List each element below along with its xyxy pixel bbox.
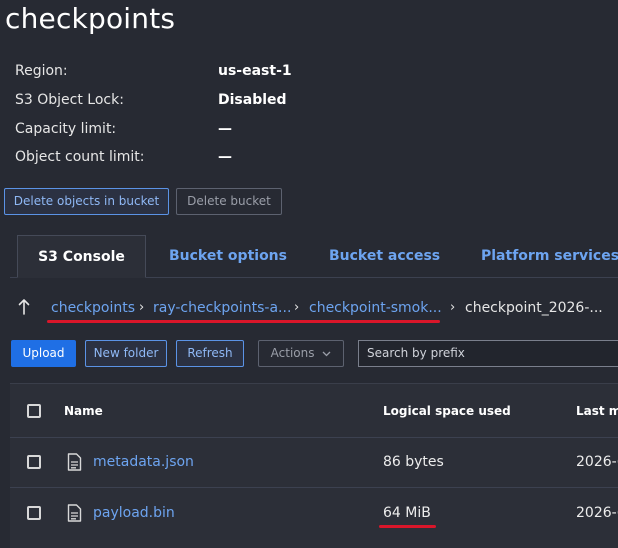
row-checkbox[interactable]: [27, 506, 41, 520]
upload-button[interactable]: Upload: [11, 340, 76, 367]
row-divider: [10, 437, 618, 438]
objects-table: Name Logical space used Last m metadata.…: [10, 383, 618, 548]
actions-label: Actions: [270, 346, 315, 360]
property-value: —: [218, 149, 232, 165]
s3-bucket-page: checkpoints Region: us-east-1 S3 Object …: [0, 0, 618, 548]
delete-bucket-button[interactable]: Delete bucket: [176, 188, 282, 215]
file-size: 64 MiB: [383, 505, 431, 521]
breadcrumb-item-ray-checkpoints[interactable]: ray-checkpoints-a...: [153, 300, 291, 316]
property-label: Object count limit:: [15, 149, 145, 165]
breadcrumb-separator: ›: [450, 300, 456, 315]
row-checkbox[interactable]: [27, 455, 41, 469]
refresh-button[interactable]: Refresh: [176, 340, 244, 367]
annotation-underline: [379, 525, 436, 528]
column-header-name[interactable]: Name: [64, 404, 103, 418]
select-all-checkbox[interactable]: [27, 404, 41, 418]
tab-s3-console[interactable]: S3 Console: [17, 235, 146, 278]
column-header-last-modified[interactable]: Last m: [576, 404, 618, 418]
file-last-modified: 2026-(: [576, 454, 618, 470]
tab-bucket-options[interactable]: Bucket options: [169, 235, 287, 277]
annotation-underline: [47, 320, 440, 323]
breadcrumb-separator: ›: [139, 300, 145, 315]
arrow-up-icon[interactable]: [18, 298, 30, 321]
file-name-link[interactable]: metadata.json: [93, 454, 194, 470]
property-value: —: [218, 121, 232, 137]
new-folder-button[interactable]: New folder: [85, 340, 167, 367]
delete-objects-button[interactable]: Delete objects in bucket: [4, 188, 169, 215]
tab-platform-services[interactable]: Platform services: [481, 235, 618, 277]
tab-bucket-access[interactable]: Bucket access: [329, 235, 440, 277]
property-label: S3 Object Lock:: [15, 92, 124, 108]
breadcrumb-item-checkpoints[interactable]: checkpoints: [51, 300, 135, 316]
property-label: Region:: [15, 63, 68, 79]
property-value: us-east-1: [218, 63, 292, 79]
column-header-logical-space[interactable]: Logical space used: [383, 404, 511, 418]
search-input[interactable]: Search by prefix: [358, 340, 618, 367]
file-name-link[interactable]: payload.bin: [93, 505, 175, 521]
actions-dropdown[interactable]: Actions: [258, 340, 344, 367]
file-size: 86 bytes: [383, 454, 444, 470]
file-icon: [67, 453, 82, 471]
breadcrumb-separator: ›: [294, 300, 300, 315]
file-last-modified: 2026-(: [576, 505, 618, 521]
property-label: Capacity limit:: [15, 121, 117, 137]
page-title: checkpoints: [5, 2, 176, 35]
row-divider: [10, 487, 618, 488]
chevron-down-icon: [322, 341, 331, 366]
property-value: Disabled: [218, 92, 287, 108]
breadcrumb-item-checkpoint-smoke[interactable]: checkpoint-smok...: [309, 300, 442, 316]
file-icon: [67, 504, 82, 522]
breadcrumb-item-current: checkpoint_2026-...: [465, 300, 603, 316]
